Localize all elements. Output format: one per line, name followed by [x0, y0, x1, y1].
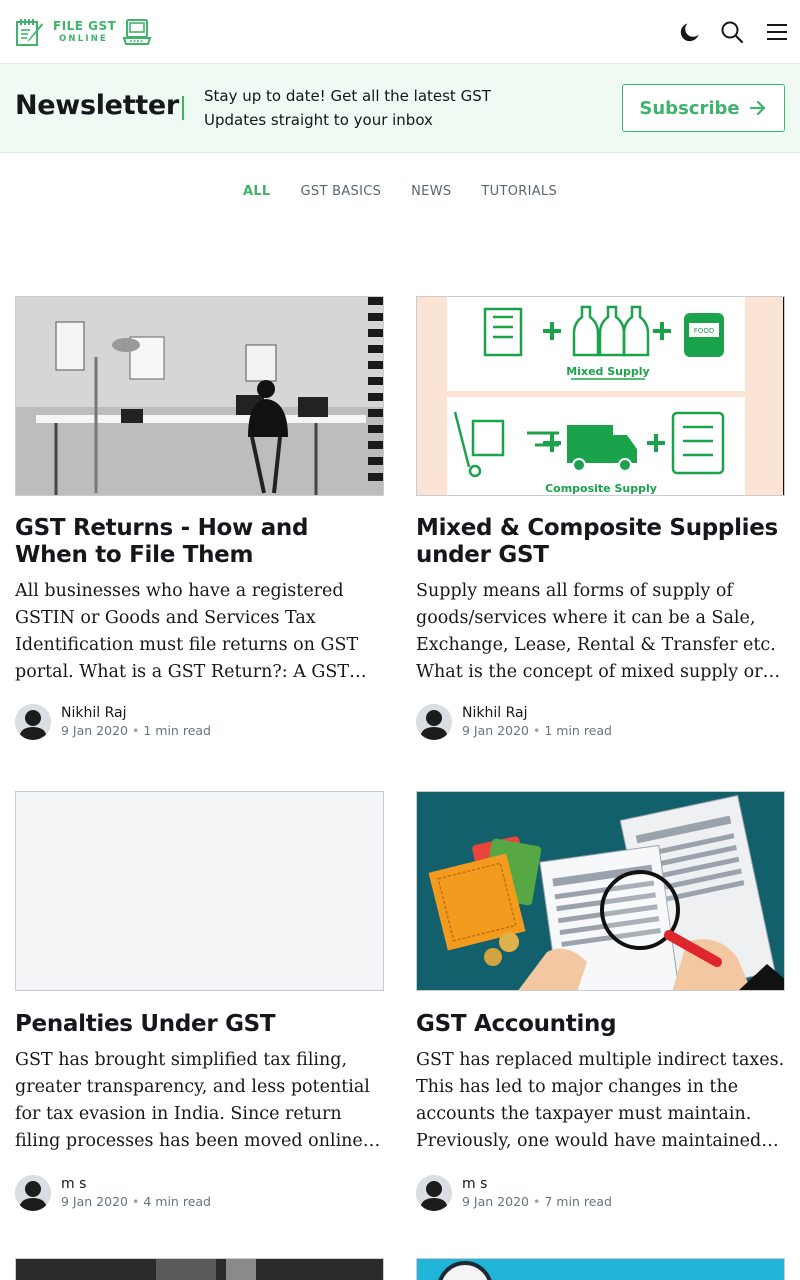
meta-text: Nikhil Raj 9 Jan 2020 • 1 min read — [61, 704, 211, 740]
document-icon — [16, 19, 43, 46]
author-name[interactable]: m s — [462, 1175, 612, 1193]
post-date-line: 9 Jan 2020 • 1 min read — [462, 722, 612, 740]
site-header: FILE GST ONLINE — [0, 0, 800, 64]
menu-icon[interactable] — [765, 20, 789, 44]
author-name[interactable]: m s — [61, 1175, 211, 1193]
search-icon[interactable] — [720, 20, 744, 44]
author-name[interactable]: Nikhil Raj — [462, 704, 612, 722]
newsletter-title: Newsletter — [15, 90, 179, 121]
post-title[interactable]: GST Accounting — [416, 1011, 785, 1038]
post-excerpt: Supply means all forms of supply of good… — [416, 581, 776, 682]
post-date-line: 9 Jan 2020 • 4 min read — [61, 1193, 211, 1211]
read-time: 7 min read — [544, 1194, 612, 1209]
author-avatar[interactable] — [15, 704, 51, 740]
post-date: 9 Jan 2020 — [61, 1194, 128, 1209]
site-logo[interactable]: FILE GST ONLINE — [15, 16, 152, 48]
post-excerpt: GST has brought simplified tax filing, g… — [15, 1050, 370, 1151]
post-title[interactable]: Mixed & Composite Supplies under GST — [416, 515, 785, 569]
meta-text: m s 9 Jan 2020 • 7 min read — [462, 1175, 612, 1211]
bullet-separator: • — [131, 723, 140, 738]
tab-gst-basics[interactable]: GST BASICS — [301, 184, 382, 204]
post-date: 9 Jan 2020 — [61, 723, 128, 738]
subscribe-button[interactable]: Subscribe — [622, 84, 785, 132]
read-time: 4 min read — [143, 1194, 211, 1209]
post-meta: Nikhil Raj 9 Jan 2020 • 1 min read — [416, 704, 785, 740]
logo-text: FILE GST ONLINE — [53, 20, 116, 44]
post-meta: m s 9 Jan 2020 • 7 min read — [416, 1175, 785, 1211]
newsletter-banner: Newsletter Stay up to date! Get all the … — [0, 64, 800, 153]
post-excerpt: All businesses who have a registered GST… — [15, 581, 359, 682]
meta-text: m s 9 Jan 2020 • 4 min read — [61, 1175, 211, 1211]
tab-news[interactable]: NEWS — [411, 184, 451, 204]
tab-tutorials[interactable]: TUTORIALS — [481, 184, 557, 204]
post-title[interactable]: Penalties Under GST — [15, 1011, 384, 1038]
subscribe-button-label: Subscribe — [639, 97, 740, 119]
post-date-line: 9 Jan 2020 • 7 min read — [462, 1193, 612, 1211]
category-tabs: ALL GST BASICS NEWS TUTORIALS — [0, 184, 800, 204]
composite-supply-label: Composite Supply — [545, 482, 657, 495]
logo-line-1: FILE GST — [53, 19, 117, 34]
post-image-supply[interactable]: FOOD Mixed Supply Composite Supply — [416, 296, 785, 496]
read-time: 1 min read — [143, 723, 211, 738]
bullet-separator: • — [532, 723, 541, 738]
post-image-placeholder[interactable] — [15, 791, 384, 991]
mixed-supply-label: Mixed Supply — [566, 365, 649, 378]
post-image-partial[interactable] — [416, 1258, 785, 1280]
author-avatar[interactable] — [15, 1175, 51, 1211]
post-card[interactable]: GST Returns - How and When to File Them … — [15, 296, 384, 740]
bullet-separator: • — [131, 1194, 140, 1209]
post-date-line: 9 Jan 2020 • 1 min read — [61, 722, 211, 740]
newsletter-description: Stay up to date! Get all the latest GST … — [204, 87, 491, 129]
post-card[interactable]: GST Accounting GST has replaced multiple… — [416, 791, 785, 1211]
logo-line-2: ONLINE — [59, 34, 109, 45]
author-avatar[interactable] — [416, 704, 452, 740]
laptop-icon — [122, 19, 152, 45]
post-title[interactable]: GST Returns - How and When to File Them — [15, 515, 384, 569]
meta-text: Nikhil Raj 9 Jan 2020 • 1 min read — [462, 704, 612, 740]
post-card[interactable]: Penalties Under GST GST has brought simp… — [15, 791, 384, 1211]
post-image-office[interactable] — [15, 296, 384, 496]
post-date: 9 Jan 2020 — [462, 723, 529, 738]
author-avatar[interactable] — [416, 1175, 452, 1211]
bullet-separator: • — [532, 1194, 541, 1209]
moon-icon[interactable] — [678, 20, 702, 44]
author-name[interactable]: Nikhil Raj — [61, 704, 211, 722]
read-time: 1 min read — [544, 723, 612, 738]
post-image-partial[interactable] — [15, 1258, 384, 1280]
post-meta: m s 9 Jan 2020 • 4 min read — [15, 1175, 384, 1211]
post-date: 9 Jan 2020 — [462, 1194, 529, 1209]
post-card[interactable]: FOOD Mixed Supply Composite Supply Mixed… — [416, 296, 785, 740]
post-excerpt: GST has replaced multiple indirect taxes… — [416, 1050, 785, 1151]
arrow-right-icon — [749, 100, 765, 116]
post-image-accounting[interactable] — [416, 791, 785, 991]
tab-all[interactable]: ALL — [243, 184, 271, 204]
post-meta: Nikhil Raj 9 Jan 2020 • 1 min read — [15, 704, 384, 740]
newsletter-divider — [182, 96, 184, 120]
food-label: FOOD — [694, 327, 714, 335]
